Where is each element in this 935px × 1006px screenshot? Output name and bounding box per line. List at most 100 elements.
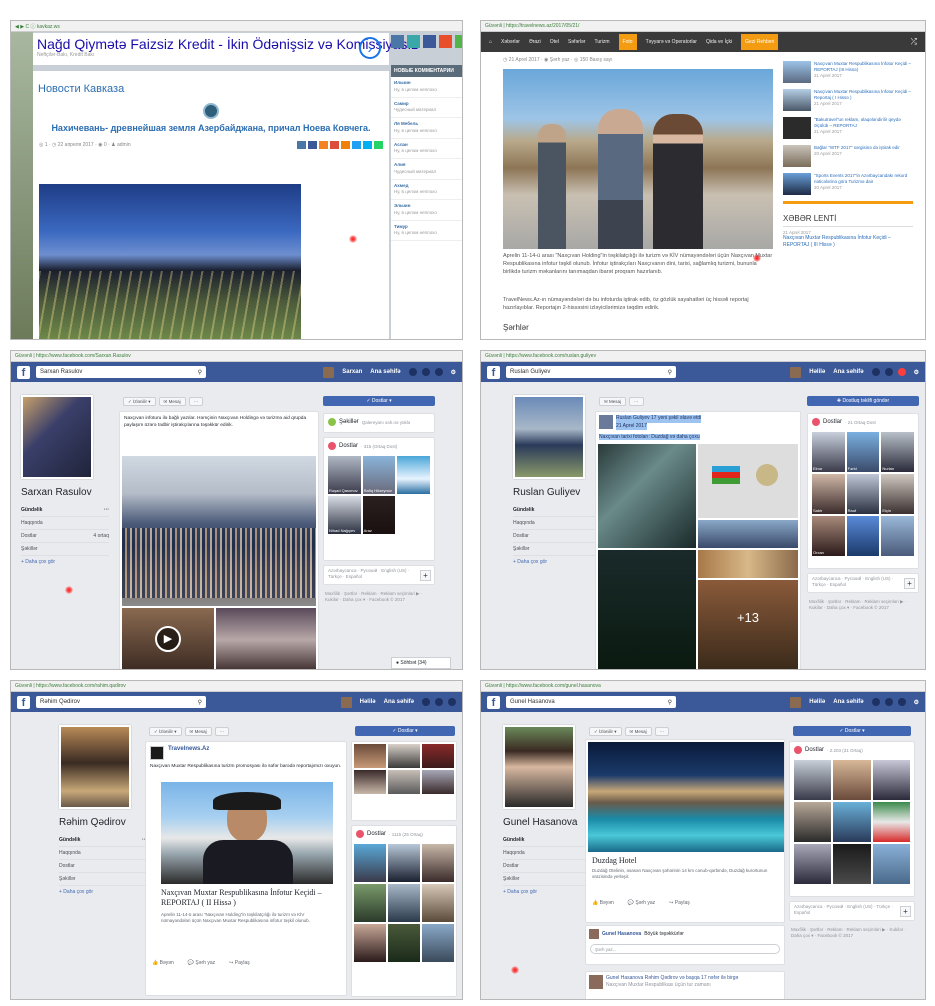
notification-icons[interactable] [422, 698, 456, 706]
gplus-icon[interactable] [439, 35, 452, 48]
message-button[interactable]: ✉ Mesaj [599, 397, 627, 406]
comment-item[interactable]: Ильчин Ну, в целом неплохо [391, 77, 462, 98]
nav-friends[interactable]: Dostlar [503, 860, 591, 873]
friend-tile[interactable] [833, 844, 871, 884]
post-video[interactable]: ▶ [122, 608, 214, 669]
nav-item[interactable]: Xəbərlər [501, 39, 520, 45]
friend-tile[interactable] [388, 924, 420, 962]
friend-tile[interactable] [872, 844, 910, 884]
vk-icon[interactable] [391, 35, 404, 48]
home-link[interactable]: Ana səhifə [384, 699, 414, 705]
nav-about[interactable]: Haqqında [21, 517, 109, 530]
friends-title[interactable]: Dostlar [823, 419, 842, 425]
nav-item[interactable]: Qida ve İçki [706, 39, 732, 45]
friend-tile[interactable] [833, 760, 871, 800]
more-photos-count[interactable]: +13 [698, 610, 798, 625]
share-button[interactable]: ↪ Paylaş [229, 960, 250, 966]
facebook-logo-icon[interactable]: f [487, 365, 500, 379]
nav-friends[interactable]: Dostlar [59, 860, 147, 873]
user-name-link[interactable]: Həlilə [809, 369, 825, 375]
home-icon[interactable]: ⌂ [489, 39, 492, 45]
post-photo[interactable] [216, 608, 316, 669]
comment-item[interactable]: Аслан Ну, в целом неплохо [391, 139, 462, 159]
post-photo[interactable] [598, 444, 696, 548]
skype-share-icon[interactable] [363, 141, 372, 149]
poster-avatar[interactable] [589, 975, 603, 989]
facebook-logo-icon[interactable]: f [17, 695, 30, 709]
add-language-button[interactable]: + [420, 570, 431, 581]
notification-icons[interactable] [871, 368, 906, 376]
comment-input[interactable]: Şərh yaz... [590, 944, 780, 954]
follow-button[interactable]: ✓ İzlənilir ▾ [123, 397, 156, 406]
more-button[interactable]: ··· [629, 397, 644, 406]
search-input[interactable]: Ruslan Guliyev ⚲ [506, 366, 676, 378]
footer-links[interactable]: Məxfilik · Şərtlər · Reklam · Reklam seç… [321, 589, 435, 606]
search-input[interactable]: Rəhim Qədirov ⚲ [36, 696, 206, 708]
facebook-logo-icon[interactable]: f [17, 365, 30, 379]
friend-tile[interactable] [794, 802, 832, 842]
facebook-logo-icon[interactable]: f [487, 695, 500, 709]
news-item[interactable]: "Bakutravel"un reklam, əlaqələndirilir q… [783, 117, 913, 139]
friend-tile[interactable]: Nurlan [881, 432, 914, 472]
hotel-photo[interactable] [588, 742, 784, 852]
comment-button[interactable]: 💬 Şərh yaz [628, 900, 655, 906]
page-name[interactable]: Travelnews.Az [168, 746, 209, 760]
language-list[interactable]: Azərbaycanca · Русский · English (US) · … [808, 574, 918, 591]
avatar[interactable] [790, 696, 802, 708]
photo-tile[interactable] [422, 744, 454, 768]
nav-friends[interactable]: Dostlar 4 ortaq [21, 530, 109, 543]
address-bar[interactable]: Güvənli | https://www.facebook.com/rusla… [485, 353, 596, 359]
friend-tile[interactable] [422, 884, 454, 922]
more-button[interactable]: ··· [214, 727, 230, 736]
follow-button[interactable]: ✓ İzlənilir ▾ [149, 727, 182, 736]
settings-icon[interactable]: ⚙ [451, 369, 456, 376]
address-bar[interactable]: Güvənli | https://www.facebook.com/gunel… [485, 683, 601, 689]
nav-item[interactable]: Turizm [594, 39, 609, 45]
profile-picture[interactable] [503, 725, 575, 809]
friend-tile[interactable] [354, 884, 386, 922]
comment-button[interactable]: 💬 Şərh yaz [188, 960, 215, 966]
photo-tile[interactable] [354, 744, 386, 768]
friends-title[interactable]: Dostlar [339, 443, 358, 449]
language-list[interactable]: Azərbaycanca · Русский · English (US) · … [324, 566, 434, 583]
friend-tile[interactable]: Elnur [812, 432, 845, 472]
hotel-title[interactable]: Duzdag Hotel [592, 856, 637, 865]
friend-tile[interactable] [794, 844, 832, 884]
ad-banner[interactable]: Nağd Qiymətə Faizsiz Kredit - İkin Ödəni… [33, 33, 418, 65]
nav-friends[interactable]: Dostlar [513, 530, 601, 543]
nav-item[interactable]: Ərazi [529, 39, 541, 45]
post-date[interactable]: 21 Aprel 2017 [616, 422, 647, 430]
language-list[interactable]: Azərbaycanca · Русский · English (US) · … [790, 902, 914, 919]
like-button[interactable]: 👍 Bəyən [592, 900, 614, 906]
nav-more-link[interactable]: + Daha çox gör [513, 556, 601, 568]
friend-tile[interactable] [354, 924, 386, 962]
user-name-link[interactable]: Sarxan [342, 369, 362, 375]
friends-button[interactable]: ✓ Dostlar ▾ [355, 726, 455, 736]
address-bar[interactable]: Güvənli | https://travelnews.az/2017/05/… [485, 23, 579, 29]
lenti-item[interactable]: Naxçıvan Muxtar Respublikasına İnfotur K… [783, 235, 913, 249]
friend-tile[interactable] [388, 884, 420, 922]
profile-picture[interactable] [59, 725, 131, 809]
twitter-share-icon[interactable] [352, 141, 361, 149]
news-item[interactable]: Naxçıvan Muxtar Respublikasına İnfotur K… [783, 89, 913, 111]
notification-icons[interactable] [408, 368, 443, 376]
nav-item-highlight[interactable]: Gezi Rehberi [741, 34, 779, 50]
profile-picture[interactable] [513, 395, 585, 479]
address-bar[interactable]: Güvənli | https://www.facebook.com/rahim… [15, 683, 126, 689]
friend-tile[interactable] [872, 802, 910, 842]
shuffle-icon[interactable]: ⤮ [911, 37, 917, 47]
photo-tile[interactable] [422, 770, 454, 794]
nav-timeline[interactable]: Gündəlik··· [513, 504, 601, 517]
address-bar[interactable]: ◀ ▶ C ⓘ kavkaz.ws [15, 23, 60, 30]
friends-title[interactable]: Dostlar [367, 831, 386, 837]
friend-tile[interactable]: Fərid [846, 432, 880, 472]
play-icon[interactable]: ▶ [155, 626, 181, 652]
link-preview-photo[interactable] [161, 782, 333, 884]
nav-item[interactable]: Səfərlər [568, 39, 586, 45]
nav-more-link[interactable]: + Daha çox gör [21, 556, 109, 568]
page-avatar[interactable] [150, 746, 164, 760]
whatsapp-share-icon[interactable] [374, 141, 383, 149]
mail-share-icon[interactable] [319, 141, 328, 149]
search-input[interactable]: Gunel Hasanova ⚲ [506, 696, 676, 708]
chat-bar[interactable]: ● Söhbət (34) [391, 657, 451, 669]
